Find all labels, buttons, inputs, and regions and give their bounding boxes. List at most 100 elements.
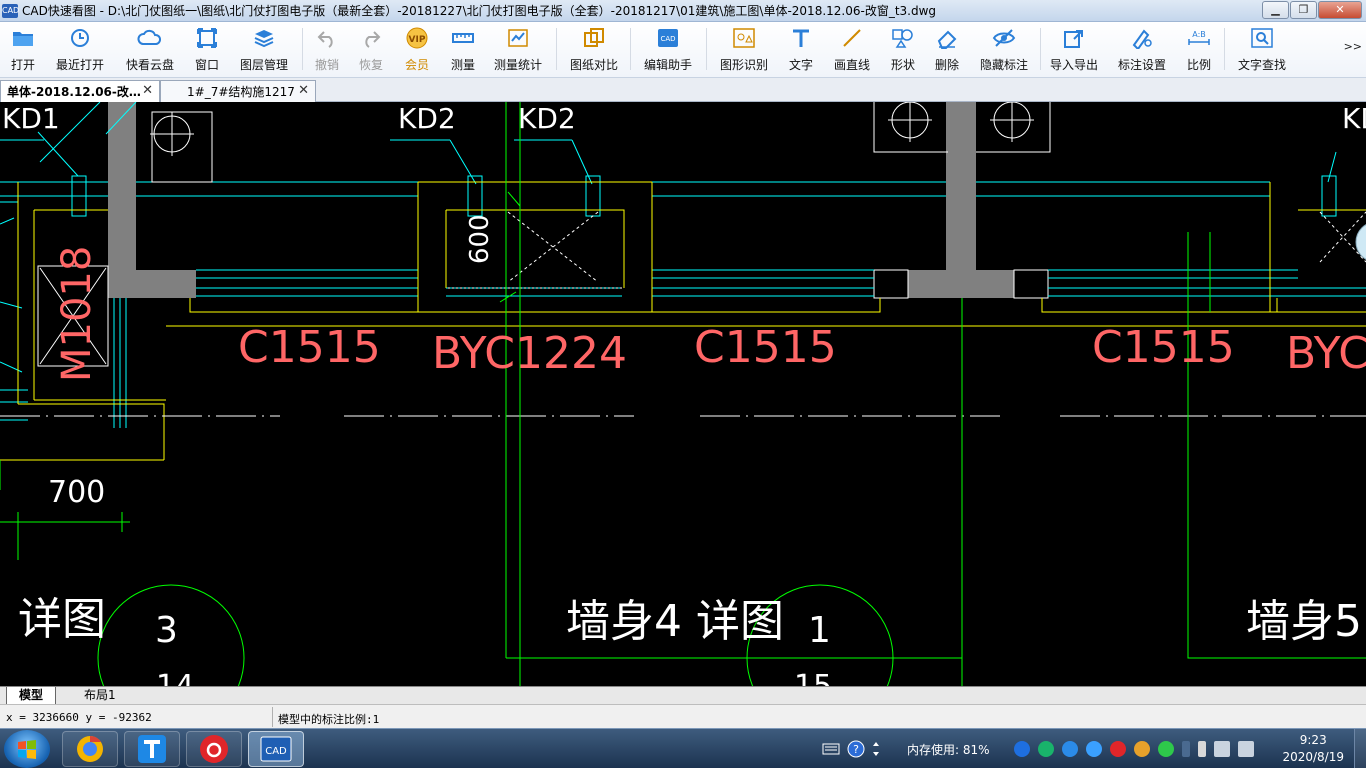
toolbar-more-button[interactable]: >> — [1344, 40, 1362, 53]
hide-annotation-label: 隐藏标注 — [979, 58, 1028, 72]
cyan-lines — [0, 102, 1366, 428]
toolbar-separator — [1224, 28, 1225, 70]
cad-drawing: KD1 KD2 KD2 KD M1018 600 C1515 BYC1224 C… — [0, 102, 1366, 686]
tab-close-icon[interactable]: ✕ — [298, 83, 309, 98]
window-icon — [194, 26, 220, 50]
tab-close-icon[interactable]: ✕ — [142, 83, 153, 98]
window-title: CAD快速看图 - D:\北门仗图纸一\图纸\北门仗打图电子版（最新全套）-20… — [22, 4, 937, 18]
m1018-label: M1018 — [54, 246, 100, 382]
hide-annotation-button[interactable]: 隐藏标注 — [978, 26, 1030, 74]
arrows-icon[interactable] — [870, 740, 882, 758]
annotation-settings-button[interactable]: 标注设置 — [1116, 26, 1168, 74]
battery-icon[interactable] — [1198, 741, 1206, 757]
drawing-canvas[interactable]: KD1 KD2 KD2 KD M1018 600 C1515 BYC1224 C… — [0, 102, 1366, 686]
toolbar-separator — [706, 28, 707, 70]
vip-button[interactable]: VIP 会员 — [402, 26, 432, 74]
taskbar-browser-button[interactable] — [62, 731, 118, 767]
byc1224-label: BYC1224 — [432, 328, 627, 379]
document-tab-bar: 单体-2018.12.06-改… ✕ 1#_7#结构施1217 ✕ — [0, 78, 1366, 102]
kd2-label: KD2 — [518, 102, 576, 135]
line-icon — [839, 26, 865, 50]
compare-icon — [581, 26, 607, 50]
taskbar-clock[interactable]: 9:23 2020/8/19 — [1282, 732, 1344, 766]
recent-open-button[interactable]: 最近打开 — [54, 26, 106, 74]
detail-wall4-label: 墙身4 详图 — [566, 596, 784, 647]
draw-line-button[interactable]: 画直线 — [832, 26, 872, 74]
volume-icon[interactable] — [1214, 741, 1230, 757]
undo-icon — [314, 26, 340, 50]
text-button[interactable]: 文字 — [786, 26, 816, 74]
scale-label: 比例 — [1186, 58, 1211, 72]
measure-button[interactable]: 测量 — [448, 26, 478, 74]
windows-taskbar: CAD ? 内存使用: 81% 9:23 2020/8/19 — [0, 728, 1366, 768]
tray-gear-icon[interactable] — [1062, 741, 1078, 757]
scale-button[interactable]: A:B 比例 — [1184, 26, 1214, 74]
cad-app-icon: CAD — [260, 736, 292, 762]
cloud-disk-label: 快看云盘 — [125, 58, 174, 72]
redo-button[interactable]: 恢复 — [356, 26, 386, 74]
wechat-icon[interactable] — [1158, 741, 1174, 757]
shapes-button[interactable]: 形状 — [888, 26, 918, 74]
annotation-scale-text: 模型中的标注比例:1 — [278, 713, 380, 726]
keyboard-icon[interactable] — [822, 742, 840, 756]
shape-recognize-icon — [731, 26, 757, 50]
undo-button[interactable]: 撤销 — [312, 26, 342, 74]
detail-sub-number-right: 15 — [794, 669, 832, 686]
detail-number-1: 1 — [808, 610, 831, 651]
tray-app-icon[interactable] — [1038, 741, 1054, 757]
tab-layout1[interactable]: 布局1 — [72, 687, 128, 705]
tab-main-drawing[interactable]: 单体-2018.12.06-改… ✕ — [0, 80, 160, 102]
tray-app-icon[interactable] — [1086, 741, 1102, 757]
edit-assistant-button[interactable]: CAD 编辑助手 — [642, 26, 694, 74]
draw-line-label: 画直线 — [833, 58, 870, 72]
import-export-icon — [1061, 26, 1087, 50]
shape-recognize-button[interactable]: 图形识别 — [718, 26, 770, 74]
taskbar-cad-button[interactable]: CAD — [248, 731, 304, 767]
window-button[interactable]: 窗口 — [192, 26, 222, 74]
delete-button[interactable]: 删除 — [932, 26, 962, 74]
compare-button[interactable]: 图纸对比 — [568, 26, 620, 74]
layer-manager-button[interactable]: 图层管理 — [238, 26, 290, 74]
annotation-settings-label: 标注设置 — [1117, 58, 1166, 72]
kd1-label: KD1 — [2, 102, 60, 135]
text-search-icon — [1249, 26, 1275, 50]
tab-main-drawing-label: 单体-2018.12.06-改… — [7, 85, 141, 99]
network-icon[interactable] — [1238, 741, 1254, 757]
netease-music-icon — [200, 735, 228, 763]
maximize-button[interactable]: ❐ — [1290, 1, 1317, 19]
text-search-label: 文字查找 — [1237, 58, 1286, 72]
bluetooth-icon[interactable] — [1182, 741, 1190, 757]
help-icon[interactable]: ? — [846, 739, 866, 759]
taskbar-music-button[interactable] — [186, 731, 242, 767]
taskbar-text-app-button[interactable] — [124, 731, 180, 767]
detail-left-label: 详图 — [18, 594, 106, 645]
tab-structure-drawing[interactable]: 1#_7#结构施1217 ✕ — [160, 80, 316, 102]
show-desktop-button[interactable] — [1354, 729, 1366, 768]
window-controls: ▁ ❐ ✕ — [1262, 1, 1362, 19]
tab-model[interactable]: 模型 — [6, 687, 57, 705]
clock-date: 2020/8/19 — [1282, 750, 1344, 764]
open-button[interactable]: 打开 — [6, 26, 40, 74]
tray-app-icon[interactable] — [1134, 741, 1150, 757]
scale-icon: A:B — [1186, 26, 1212, 50]
text-search-button[interactable]: 文字查找 — [1236, 26, 1288, 74]
dim-600-label: 600 — [465, 214, 495, 264]
minimize-button[interactable]: ▁ — [1262, 1, 1289, 19]
memory-usage-text: 内存使用: 81% — [907, 743, 990, 757]
start-button[interactable] — [4, 730, 50, 768]
svg-text:?: ? — [853, 743, 859, 756]
text-label: 文字 — [788, 58, 813, 72]
import-export-button[interactable]: 导入导出 — [1048, 26, 1100, 74]
cloud-disk-button[interactable]: 快看云盘 — [124, 26, 176, 74]
close-button[interactable]: ✕ — [1318, 1, 1362, 19]
edit-icon-text: CAD — [660, 35, 675, 43]
measure-stats-label: 测量统计 — [493, 58, 542, 72]
tray-music-icon[interactable] — [1110, 741, 1126, 757]
delete-label: 删除 — [934, 58, 959, 72]
vip-label: 会员 — [404, 58, 429, 72]
tray-app-icon[interactable] — [1014, 741, 1030, 757]
cloud-icon — [137, 26, 163, 50]
measure-stats-button[interactable]: 测量统计 — [492, 26, 544, 74]
import-export-label: 导入导出 — [1049, 58, 1098, 72]
shapes-label: 形状 — [890, 58, 915, 72]
